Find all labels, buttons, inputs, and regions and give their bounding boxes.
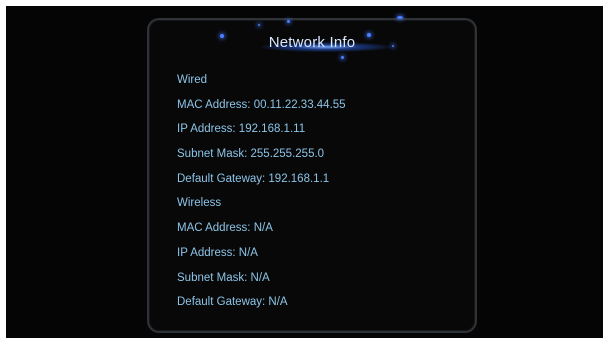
- wired-ip-address: IP Address: 192.168.1.11: [177, 123, 306, 136]
- wireless-subnet-mask: Subnet Mask: N/A: [177, 271, 270, 284]
- wired-subnet-mask: Subnet Mask: 255.255.255.0: [177, 148, 325, 161]
- wireless-default-gateway: Default Gateway: N/A: [177, 296, 288, 309]
- network-info-list: Wired MAC Address: 00.11.22.33.44.55 IP …: [177, 68, 346, 315]
- panel-title: Network Info: [268, 34, 356, 51]
- sparkle-icon: [397, 16, 403, 19]
- network-info-panel: Network Info Wired MAC Address: 00.11.22…: [147, 16, 477, 333]
- wired-mac-address: MAC Address: 00.11.22.33.44.55: [177, 98, 346, 111]
- wireless-heading: Wireless: [177, 197, 222, 210]
- wireless-mac-address: MAC Address: N/A: [177, 222, 273, 235]
- wireless-ip-address: IP Address: N/A: [177, 246, 258, 259]
- sparkle-icon: [258, 24, 260, 26]
- wired-default-gateway: Default Gateway: 192.168.1.1: [177, 172, 330, 185]
- tv-screen: Network Info Wired MAC Address: 00.11.22…: [6, 6, 603, 338]
- wired-heading: Wired: [177, 74, 208, 86]
- sparkle-icon: [341, 56, 344, 59]
- sparkle-icon: [287, 20, 290, 23]
